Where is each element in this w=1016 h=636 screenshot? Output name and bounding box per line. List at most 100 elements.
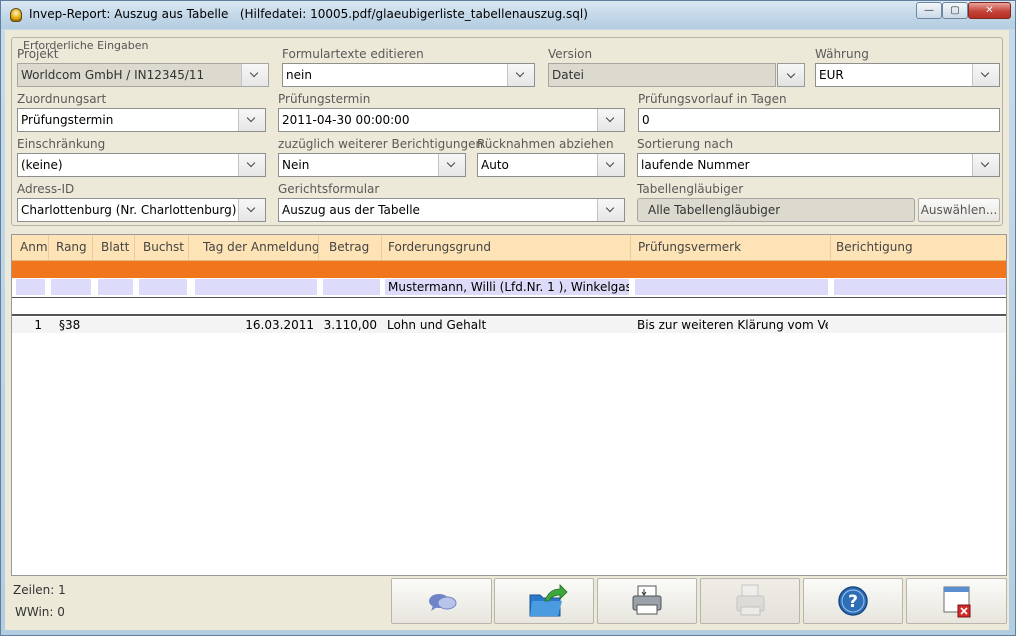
chevron-down-icon[interactable]: [238, 199, 265, 221]
chevron-down-icon[interactable]: [972, 64, 999, 86]
column-header-tag[interactable]: Tag der Anmeldung: [189, 235, 319, 260]
export-button[interactable]: [494, 578, 594, 624]
sortierung-value: laufende Nummer: [641, 158, 750, 172]
app-window: Invep-Report: Auszug aus Tabelle (Hilfed…: [0, 0, 1016, 636]
window-close-button[interactable]: ✕: [968, 2, 1011, 19]
group-cell: [16, 279, 45, 295]
chevron-down-icon[interactable]: [238, 154, 265, 176]
projekt-value: Worldcom GmbH / IN12345/11: [21, 68, 205, 82]
fax-button[interactable]: [700, 578, 800, 624]
help-button[interactable]: ?: [803, 578, 903, 624]
ruecknahmen-select[interactable]: Auto: [477, 153, 625, 177]
client-area: Erforderliche Eingaben Projekt Worldcom …: [5, 30, 1009, 630]
close-window-icon: [943, 586, 971, 618]
column-header-pruefungsvermerk[interactable]: Prüfungsvermerk: [631, 235, 831, 260]
chevron-down-icon[interactable]: [238, 109, 265, 131]
print-button[interactable]: [597, 578, 697, 624]
gerichtsformular-select[interactable]: Auszug aus der Tabelle: [278, 198, 625, 222]
table-header: Anm Rang Blatt Buchst Tag der Anmeldung …: [12, 235, 1006, 261]
sortierung-select[interactable]: laufende Nummer: [637, 153, 1000, 177]
einschraenkung-select[interactable]: (keine): [17, 153, 266, 177]
gerichtsformular-value: Auszug aus der Tabelle: [282, 203, 420, 217]
version-value: Datei: [552, 68, 585, 82]
adress-id-value: Charlottenburg (Nr. Charlottenburg): [21, 203, 237, 217]
formulartexte-select[interactable]: nein: [282, 63, 535, 87]
chat-button[interactable]: [391, 578, 492, 624]
cell-tag: 16.03.2011: [245, 318, 314, 332]
chevron-down-icon[interactable]: [438, 154, 465, 176]
version-dropdown-button[interactable]: [777, 63, 805, 87]
pruefungsvorlauf-label: Prüfungsvorlauf in Tagen: [638, 92, 787, 106]
chevron-down-icon[interactable]: [972, 154, 999, 176]
group-cell: [98, 279, 133, 295]
waehrung-select[interactable]: EUR: [815, 63, 1000, 87]
group-row[interactable]: Mustermann, Willi (Lfd.Nr. 1 ), Winkelga…: [12, 279, 1006, 295]
maximize-button[interactable]: ▢: [942, 2, 968, 19]
wwin-label: WWin: 0: [15, 605, 65, 619]
pruefungsvorlauf-value: 0: [642, 113, 650, 127]
formulartexte-value: nein: [286, 68, 312, 82]
group-cell: [51, 279, 91, 295]
column-header-blatt[interactable]: Blatt: [93, 235, 135, 260]
version-label: Version: [548, 47, 593, 61]
cell-buchst: [135, 317, 189, 333]
ruecknahmen-value: Auto: [481, 158, 509, 172]
projekt-label: Projekt: [17, 47, 59, 61]
adress-id-select[interactable]: Charlottenburg (Nr. Charlottenburg): [17, 198, 266, 222]
waehrung-label: Währung: [815, 47, 869, 61]
waehrung-value: EUR: [819, 68, 844, 82]
help-icon: ?: [838, 586, 868, 616]
projekt-select[interactable]: Worldcom GmbH / IN12345/11: [17, 63, 269, 87]
zuordnungsart-select[interactable]: Prüfungstermin: [17, 108, 266, 132]
title-bar[interactable]: Invep-Report: Auszug aus Tabelle (Hilfed…: [1, 1, 1015, 29]
group-cell: [139, 279, 187, 295]
pruefungsvorlauf-input[interactable]: 0: [638, 108, 1000, 132]
results-table[interactable]: Anm Rang Blatt Buchst Tag der Anmeldung …: [11, 234, 1007, 576]
group-cell: [834, 279, 1006, 295]
group-cell: [195, 279, 317, 295]
row-divider: [12, 314, 1006, 316]
gerichtsformular-label: Gerichtsformular: [278, 182, 380, 196]
berichtigungen-value: Nein: [282, 158, 310, 172]
column-header-buchst[interactable]: Buchst: [135, 235, 189, 260]
column-header-rang[interactable]: Rang: [49, 235, 93, 260]
svg-text:?: ?: [848, 592, 858, 612]
version-field: Datei: [548, 63, 776, 87]
printer-icon: [632, 585, 662, 615]
minimize-button[interactable]: —: [916, 2, 942, 19]
chevron-down-icon[interactable]: [597, 154, 624, 176]
table-row[interactable]: 1 §38 16.03.2011 3.110,00 Lohn und Gehal…: [12, 317, 1006, 333]
ruecknahmen-label: Rücknahmen abziehen: [477, 137, 614, 151]
fax-icon: [736, 584, 765, 616]
auswaehlen-button[interactable]: Auswählen...: [918, 198, 1000, 222]
zuordnungsart-label: Zuordnungsart: [17, 92, 107, 106]
column-header-betrag[interactable]: Betrag: [319, 235, 382, 260]
column-header-anm[interactable]: Anm: [12, 235, 49, 260]
pruefungstermin-select[interactable]: 2011-04-30 00:00:00: [278, 108, 625, 132]
einschraenkung-value: (keine): [21, 158, 63, 172]
berichtigungen-select[interactable]: Nein: [278, 153, 466, 177]
cell-pruefungsvermerk: Bis zur weiteren Klärung vom Verwalter b…: [637, 318, 828, 332]
cell-berichtigung: [834, 317, 1006, 333]
cell-rang: §38: [59, 318, 81, 332]
cell-anm: 1: [34, 318, 42, 332]
cell-forderungsgrund: Lohn und Gehalt: [387, 318, 487, 332]
chevron-down-icon[interactable]: [507, 64, 534, 86]
chevron-down-icon[interactable]: [597, 199, 624, 221]
pruefungstermin-label: Prüfungstermin: [278, 92, 371, 106]
tabellenglaeubiger-field: Alle Tabellengläubiger: [637, 198, 915, 222]
cell-blatt: [93, 317, 135, 333]
group-separator-bar: [12, 261, 1006, 278]
pruefungstermin-value: 2011-04-30 00:00:00: [282, 113, 410, 127]
window-title: Invep-Report: Auszug aus Tabelle (Hilfed…: [29, 7, 588, 21]
chevron-down-icon[interactable]: [241, 64, 268, 86]
column-header-berichtigung[interactable]: Berichtigung: [831, 235, 1006, 260]
cell-betrag: 3.110,00: [323, 318, 377, 332]
group-cell: [635, 279, 828, 295]
folder-export-icon: [529, 584, 568, 617]
zuordnungsart-value: Prüfungstermin: [21, 113, 114, 127]
close-window-button[interactable]: [906, 578, 1007, 624]
einschraenkung-label: Einschränkung: [17, 137, 106, 151]
chevron-down-icon[interactable]: [597, 109, 624, 131]
column-header-forderungsgrund[interactable]: Forderungsgrund: [382, 235, 631, 260]
